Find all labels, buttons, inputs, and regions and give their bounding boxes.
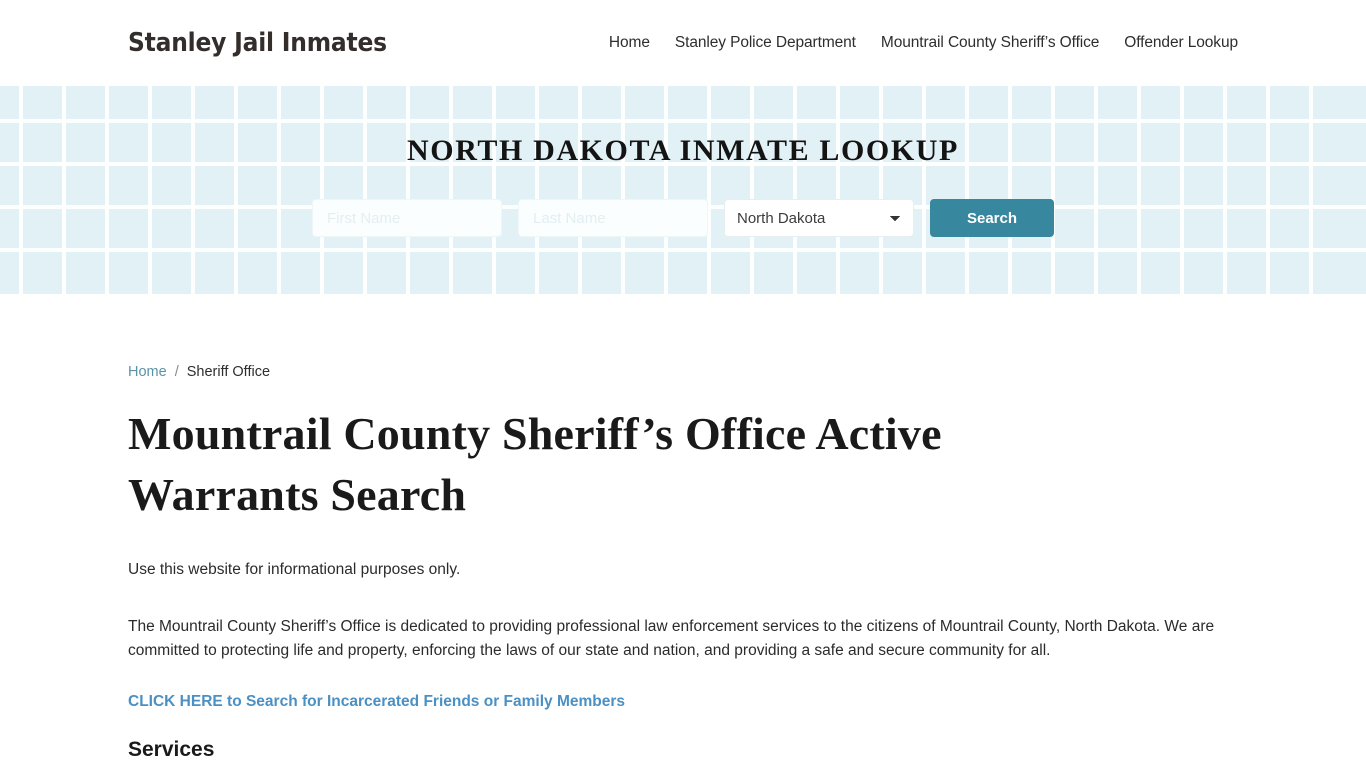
inmate-search-form: North Dakota Search xyxy=(0,199,1366,237)
site-header: Stanley Jail Inmates Home Stanley Police… xyxy=(0,0,1366,86)
page-title: Mountrail County Sheriff’s Office Active… xyxy=(128,408,942,520)
state-select[interactable]: North Dakota xyxy=(724,199,914,237)
main-navigation: Home Stanley Police Department Mountrail… xyxy=(609,34,1238,52)
first-name-input[interactable] xyxy=(312,199,502,237)
hero-banner: NORTH DAKOTA INMATE LOOKUP North Dakota … xyxy=(0,86,1366,294)
nav-item-offender-lookup[interactable]: Offender Lookup xyxy=(1124,34,1238,52)
description-paragraph: The Mountrail County Sheriff’s Office is… xyxy=(128,618,1215,659)
inmate-search-cta-link[interactable]: CLICK HERE to Search for Incarcerated Fr… xyxy=(128,693,625,711)
intro-paragraph: Use this website for informational purpo… xyxy=(128,561,461,578)
main-content: Home / Sheriff Office Mountrail County S… xyxy=(0,294,1366,768)
search-button[interactable]: Search xyxy=(930,199,1054,237)
breadcrumb-separator: / xyxy=(174,364,179,380)
breadcrumb-link-home[interactable]: Home xyxy=(128,364,167,380)
services-heading: Services xyxy=(128,738,215,761)
nav-item-mountrail-county-sheriffs-office[interactable]: Mountrail County Sheriff’s Office xyxy=(881,34,1100,52)
breadcrumb-current: Sheriff Office xyxy=(186,364,271,380)
hero-title: NORTH DAKOTA INMATE LOOKUP xyxy=(407,134,959,167)
breadcrumb: Home / Sheriff Office xyxy=(128,294,1238,380)
site-logo[interactable]: Stanley Jail Inmates xyxy=(128,28,387,58)
hero-content: NORTH DAKOTA INMATE LOOKUP North Dakota … xyxy=(0,86,1366,237)
nav-item-stanley-police-department[interactable]: Stanley Police Department xyxy=(675,34,856,52)
last-name-input[interactable] xyxy=(518,199,708,237)
nav-item-home[interactable]: Home xyxy=(609,34,650,52)
